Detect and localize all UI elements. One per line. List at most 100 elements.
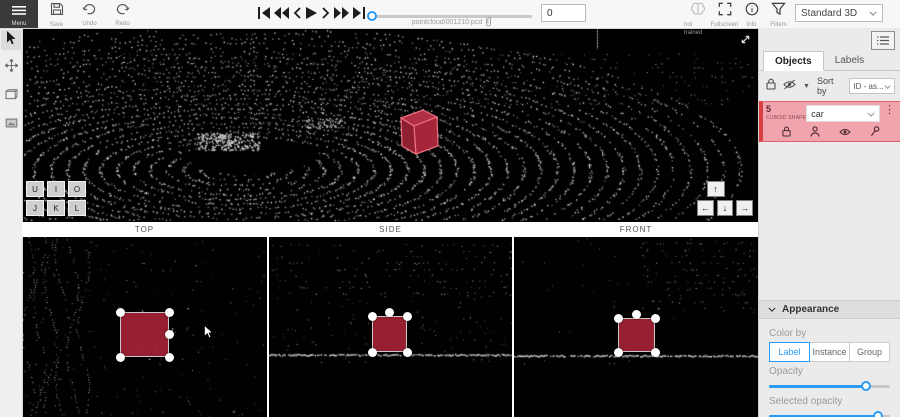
hide-all-button[interactable] <box>783 77 796 95</box>
brain-icon <box>690 2 706 21</box>
select-tool-button[interactable] <box>1 30 21 50</box>
view-mode-select[interactable]: Standard 3D <box>795 4 883 22</box>
info-icon <box>745 2 759 21</box>
resize-handle[interactable] <box>403 312 412 321</box>
front-view-label: FRONT <box>514 222 758 237</box>
selected-opacity-slider-handle[interactable] <box>873 411 883 417</box>
selected-opacity-slider[interactable] <box>769 410 890 417</box>
next-frame-button[interactable] <box>320 7 331 19</box>
file-buttons: Save Undo Redo <box>40 2 139 29</box>
tab-labels[interactable]: Labels <box>824 51 875 70</box>
move-tool-button[interactable] <box>1 58 21 78</box>
resize-handle[interactable] <box>614 348 623 357</box>
frame-number-input[interactable]: 0 <box>541 4 586 22</box>
save-label: Save <box>50 21 64 29</box>
model-status-button[interactable]: not trained <box>684 2 711 38</box>
filter-icon <box>771 2 786 21</box>
image-overlay-tool-button[interactable] <box>1 114 21 134</box>
resize-handle[interactable] <box>368 348 377 357</box>
tab-objects[interactable]: Objects <box>763 51 824 71</box>
menu-button[interactable]: Menu <box>0 0 38 28</box>
hide-object-button[interactable] <box>839 127 851 137</box>
color-by-label-option[interactable]: Label <box>769 342 810 362</box>
pin-object-button[interactable] <box>870 126 880 137</box>
lock-object-button[interactable] <box>782 126 791 137</box>
resize-handle[interactable] <box>165 308 174 317</box>
selected-cuboid-top[interactable] <box>120 312 169 357</box>
side-view[interactable] <box>269 237 512 417</box>
hamburger-icon <box>12 2 26 20</box>
sort-by-label: Sort by <box>817 76 843 96</box>
cursor-arrow-icon <box>6 31 17 50</box>
key-u-button[interactable]: U <box>26 181 44 197</box>
pan-up-button[interactable]: ↑ <box>707 181 725 197</box>
selected-cuboid-side[interactable] <box>372 316 407 352</box>
resize-handle[interactable] <box>165 353 174 362</box>
rotate-handle[interactable] <box>165 330 174 339</box>
resize-handle[interactable] <box>403 348 412 357</box>
resize-handle[interactable] <box>614 314 623 323</box>
undo-label: Undo <box>82 20 96 28</box>
fullscreen-label: Fullscreen <box>711 21 739 29</box>
cuboid-tool-button[interactable] <box>1 86 21 106</box>
rotate-handle[interactable] <box>385 308 394 317</box>
resize-handle[interactable] <box>651 314 660 323</box>
opacity-slider[interactable] <box>769 380 890 392</box>
panel-layout-button[interactable] <box>871 31 895 50</box>
redo-icon <box>115 2 130 20</box>
ortho-views <box>22 237 758 417</box>
caret-down-icon[interactable]: ▼ <box>803 83 810 90</box>
object-menu-button[interactable]: ⋮ <box>884 105 895 116</box>
front-view[interactable] <box>514 237 758 417</box>
key-i-button[interactable]: I <box>47 181 65 197</box>
key-l-button[interactable]: L <box>68 200 86 216</box>
key-j-button[interactable]: J <box>26 200 44 216</box>
skip-end-button[interactable] <box>352 7 366 19</box>
sort-order-select[interactable]: ID - as... <box>849 78 895 94</box>
main-3d-view[interactable]: U I O J K L ↑ ← ↓ → <box>22 28 758 222</box>
info-label: Info <box>746 21 756 29</box>
key-o-button[interactable]: O <box>68 181 86 197</box>
selected-cuboid-3d[interactable] <box>393 104 445 161</box>
playback-controls <box>257 7 366 19</box>
move-icon <box>5 59 18 77</box>
rotate-handle[interactable] <box>632 310 641 319</box>
image-icon <box>5 115 18 133</box>
sort-order-value: ID - as... <box>853 82 883 91</box>
category-value: car <box>811 109 824 119</box>
top-view[interactable] <box>22 237 267 417</box>
lock-all-button[interactable] <box>766 77 776 95</box>
color-by-group-option[interactable]: Group <box>849 342 890 362</box>
chevron-down-icon <box>768 304 776 315</box>
skip-start-button[interactable] <box>257 7 271 19</box>
color-by-segmented: Label Instance Group <box>769 342 890 362</box>
appearance-header[interactable]: Appearance <box>759 300 900 319</box>
pan-left-button[interactable]: ← <box>697 200 714 216</box>
top-view-label: TOP <box>22 222 267 237</box>
key-k-button[interactable]: K <box>47 200 65 216</box>
paperclip-icon[interactable] <box>485 16 492 29</box>
save-button[interactable]: Save <box>40 2 73 29</box>
pan-down-button[interactable]: ↓ <box>717 200 734 216</box>
track-object-button[interactable] <box>810 126 820 137</box>
opacity-slider-handle[interactable] <box>861 381 871 391</box>
pan-right-button[interactable]: → <box>736 200 753 216</box>
object-type: CUBOID SHAPE <box>766 115 806 121</box>
object-row-car[interactable]: 5 CUBOID SHAPE car ⋮ <box>759 101 900 142</box>
undo-button[interactable]: Undo <box>73 2 106 29</box>
resize-handle[interactable] <box>116 308 125 317</box>
redo-button[interactable]: Redo <box>106 2 139 29</box>
selected-cuboid-front[interactable] <box>618 318 655 352</box>
main-3d-view-canvas[interactable] <box>22 28 758 222</box>
resize-handle[interactable] <box>651 348 660 357</box>
fast-forward-button[interactable] <box>333 7 350 19</box>
resize-handle[interactable] <box>116 353 125 362</box>
fast-rewind-button[interactable] <box>273 7 290 19</box>
color-by-instance-option[interactable]: Instance <box>809 342 850 362</box>
previous-frame-button[interactable] <box>292 7 303 19</box>
category-select[interactable]: car <box>806 105 880 122</box>
play-button[interactable] <box>305 7 318 19</box>
appearance-title: Appearance <box>782 304 839 315</box>
resize-handle[interactable] <box>368 312 377 321</box>
fullscreen-button[interactable]: Fullscreen <box>711 2 738 38</box>
